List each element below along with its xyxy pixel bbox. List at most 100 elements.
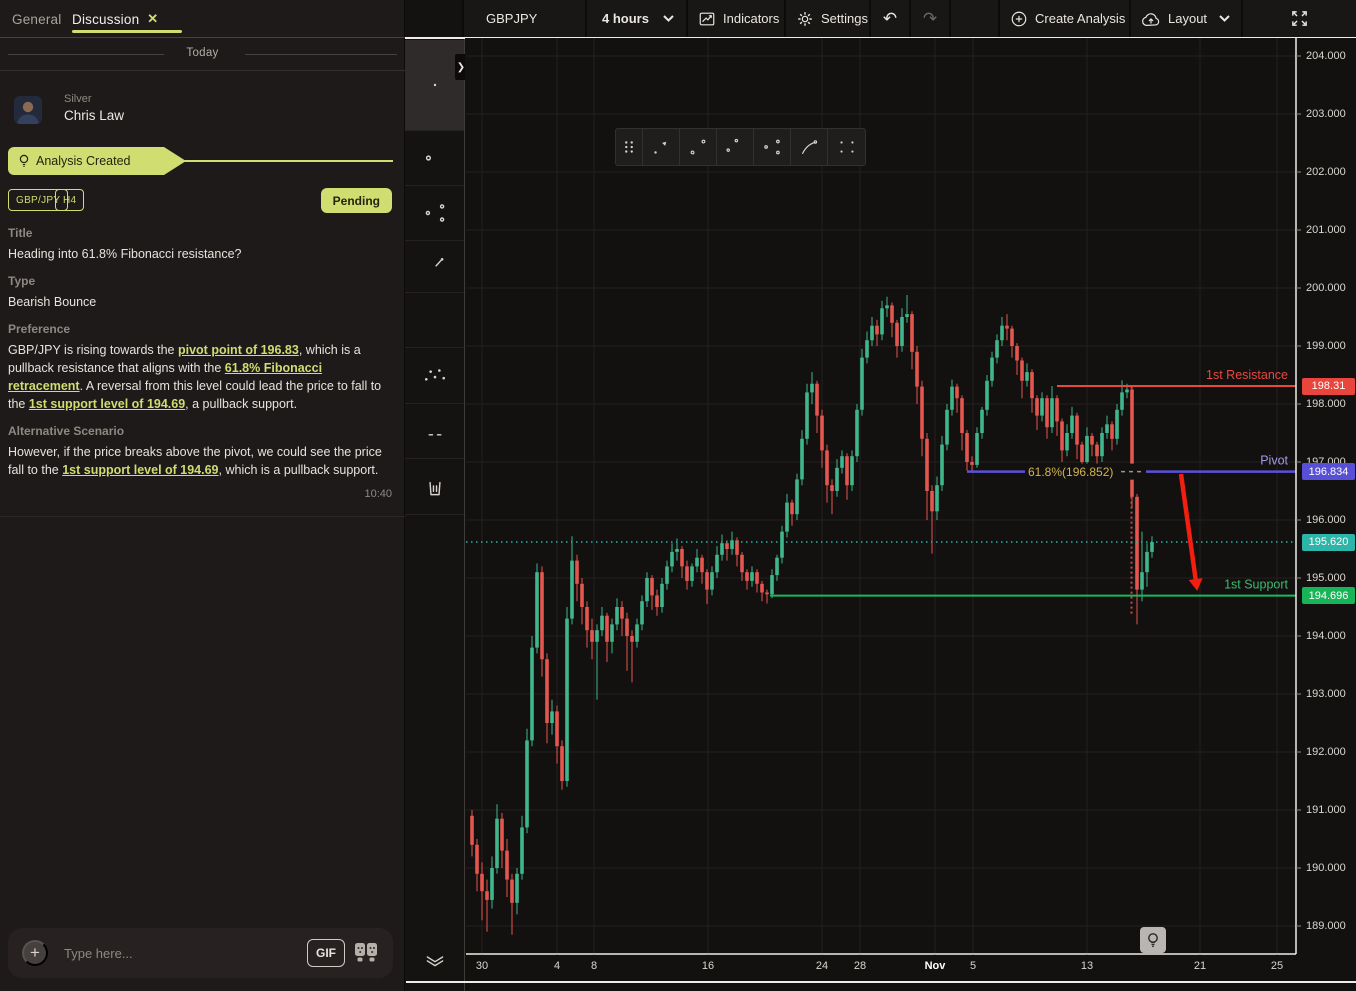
tool-crosshair-button[interactable]: t.f{fill:#d8d3cd;stroke:none}❯ xyxy=(405,40,464,131)
price-tick-label: 196.000 xyxy=(1306,514,1346,526)
date-separator: Today xyxy=(0,39,405,71)
float-tool-parallel-channel-button[interactable]: .f{fill:#d8d3cd;stroke:none} xyxy=(717,129,754,165)
tool-fib-retracement-button[interactable]: .f{fill:#d8d3cd;stroke:none} xyxy=(405,186,464,241)
analysis-created-label: Analysis Created xyxy=(36,154,131,168)
price-tick-label: 202.000 xyxy=(1306,166,1346,178)
tool-brush-button[interactable]: .f{fill:#d8d3cd;stroke:none} xyxy=(405,241,464,293)
undo-button[interactable]: ↶ xyxy=(871,0,911,37)
chart-area[interactable]: 1st ResistancePivot61.8%(196.852)1st Sup… xyxy=(465,38,1301,955)
indicators-button[interactable]: Indicators xyxy=(688,0,786,37)
preference-label: Preference xyxy=(8,322,70,336)
interval-dropdown[interactable]: 4 hours xyxy=(587,0,688,37)
analysis-link[interactable]: pivot point of 196.83 xyxy=(178,343,299,357)
resistance-price-tag: 198.31 xyxy=(1302,378,1355,395)
trading-app: General Discussion ✕ Today Silver Chris … xyxy=(0,0,1356,991)
time-tick-label: Nov xyxy=(925,960,946,972)
message-timestamp: 10:40 xyxy=(364,488,392,500)
layout-dropdown[interactable]: Layout xyxy=(1131,0,1243,37)
cloud-upload-icon xyxy=(1141,11,1161,27)
create-analysis-button[interactable]: Create Analysis xyxy=(1000,0,1131,37)
gear-icon xyxy=(796,10,814,28)
tool-magnet-button[interactable]: .f{fill:#d8d3cd;stroke:none} xyxy=(405,404,464,459)
price-tick-label: 200.000 xyxy=(1306,282,1346,294)
current-price-tag: 195.620 xyxy=(1302,534,1355,551)
float-tool-fib-wedge-button[interactable]: .f{fill:#d8d3cd;stroke:none} xyxy=(791,129,828,165)
float-tool-arrow-button[interactable]: .f{fill:#d8d3cd;stroke:none} xyxy=(643,129,680,165)
fullscreen-button[interactable] xyxy=(1243,0,1356,37)
avatar-image xyxy=(14,96,42,124)
price-tick-label: 190.000 xyxy=(1306,862,1346,874)
price-tick-label: 201.000 xyxy=(1306,224,1346,236)
time-axis[interactable]: 3048162428Nov5132125 xyxy=(465,955,1356,981)
resistance-label: 1st Resistance xyxy=(1206,368,1288,382)
settings-button[interactable]: Settings xyxy=(786,0,871,37)
float-tool-fib-retracement-button[interactable]: .f{fill:#d8d3cd;stroke:none} xyxy=(754,129,791,165)
tab-general[interactable]: General xyxy=(12,0,61,38)
time-tick-label: 25 xyxy=(1271,960,1283,972)
price-tick-label: 191.000 xyxy=(1306,804,1346,816)
tool-text-button[interactable]: .f{fill:#d8d3cd;stroke:none} xyxy=(405,293,464,348)
price-tick-label: 203.000 xyxy=(1306,108,1346,120)
alternative-text: However, if the price breaks above the p… xyxy=(8,443,393,479)
float-tool-rectangle-button[interactable]: .f{fill:#d8d3cd;stroke:none} xyxy=(828,129,865,165)
idea-lightbulb-button[interactable] xyxy=(1140,927,1166,953)
candlestick-chart[interactable]: 1st ResistancePivot61.8%(196.852)1st Sup… xyxy=(465,38,1301,955)
plus-circle-icon xyxy=(1010,10,1028,28)
symbol-button[interactable]: GBPJPY xyxy=(464,0,587,37)
avatar[interactable] xyxy=(14,96,42,124)
user-name: Chris Law xyxy=(64,108,124,123)
title-label: Title xyxy=(8,226,32,240)
chevron-down-icon xyxy=(1219,15,1230,22)
time-tick-label: 4 xyxy=(554,960,560,972)
tab-discussion-label: Discussion xyxy=(72,12,139,27)
active-tab-underline xyxy=(72,30,182,33)
tab-general-label: General xyxy=(12,12,61,27)
time-tick-label: 21 xyxy=(1194,960,1206,972)
banner-line xyxy=(182,160,393,162)
message-composer: + GIF xyxy=(8,928,393,978)
price-tick-label: 189.000 xyxy=(1306,920,1346,932)
fib-level-label: 61.8%(196.852) xyxy=(1028,465,1113,479)
fullscreen-icon xyxy=(1290,9,1309,28)
date-separator-label: Today xyxy=(0,47,405,59)
tool-object-tree-button[interactable]: .f{fill:#d8d3cd;stroke:none} xyxy=(405,929,464,984)
price-tick-label: 192.000 xyxy=(1306,746,1346,758)
time-tick-label: 28 xyxy=(854,960,866,972)
analysis-created-banner: Analysis Created xyxy=(8,147,186,175)
alternative-label: Alternative Scenario xyxy=(8,424,124,438)
analysis-link[interactable]: 1st support level of 194.69 xyxy=(62,463,218,477)
tool-remove-button[interactable]: .f{fill:#d8d3cd;stroke:none} xyxy=(405,459,464,515)
floating-drawing-toolbar[interactable]: .f{fill:#d8d3cd;stroke:none}.f{fill:#d8d… xyxy=(615,128,866,166)
tool-xabcd-pattern-button[interactable]: .f{fill:#d8d3cd;stroke:none} xyxy=(405,348,464,404)
time-tick-label: 13 xyxy=(1081,960,1093,972)
lightbulb-icon xyxy=(18,154,30,168)
status-badge[interactable]: Pending xyxy=(321,188,392,213)
redo-button[interactable]: ↷ xyxy=(911,0,951,37)
price-axis[interactable]: 204.000 203.000 202.000 201.000 200.000 199.0… xyxy=(1301,38,1356,955)
time-tick-label: 5 xyxy=(970,960,976,972)
time-tick-label: 30 xyxy=(476,960,488,972)
type-label: Type xyxy=(8,274,35,288)
indicators-icon xyxy=(698,10,716,28)
price-tick-label: 198.000 xyxy=(1306,398,1346,410)
preference-text: GBP/JPY is rising towards the pivot poin… xyxy=(8,341,393,413)
text-segment: , a pullback support. xyxy=(185,397,297,411)
sticker-icon[interactable] xyxy=(351,939,381,967)
float-tool-trend-line-button[interactable]: .f{fill:#d8d3cd;stroke:none} xyxy=(680,129,717,165)
tool-trend-line-button[interactable]: .f{fill:#d8d3cd;stroke:none} xyxy=(405,131,464,186)
price-tick-label: 204.000 xyxy=(1306,50,1346,62)
close-icon[interactable]: ✕ xyxy=(147,11,158,27)
gif-button[interactable]: GIF xyxy=(307,939,345,967)
discussion-panel: General Discussion ✕ Today Silver Chris … xyxy=(0,0,405,991)
pivot-label: Pivot xyxy=(1260,454,1288,468)
analysis-link[interactable]: 1st support level of 194.69 xyxy=(29,397,185,411)
message-input[interactable] xyxy=(62,928,292,978)
time-tick-label: 16 xyxy=(702,960,714,972)
price-tick-label: 199.000 xyxy=(1306,340,1346,352)
attach-button[interactable]: + xyxy=(22,940,48,966)
analysis-type: Bearish Bounce xyxy=(8,293,393,311)
support-price-tag: 194.696 xyxy=(1302,587,1355,604)
float-tool-drag-handle[interactable]: .f{fill:#d8d3cd;stroke:none} xyxy=(616,129,643,165)
time-tick-label: 8 xyxy=(591,960,597,972)
price-tick-label: 195.000 xyxy=(1306,572,1346,584)
